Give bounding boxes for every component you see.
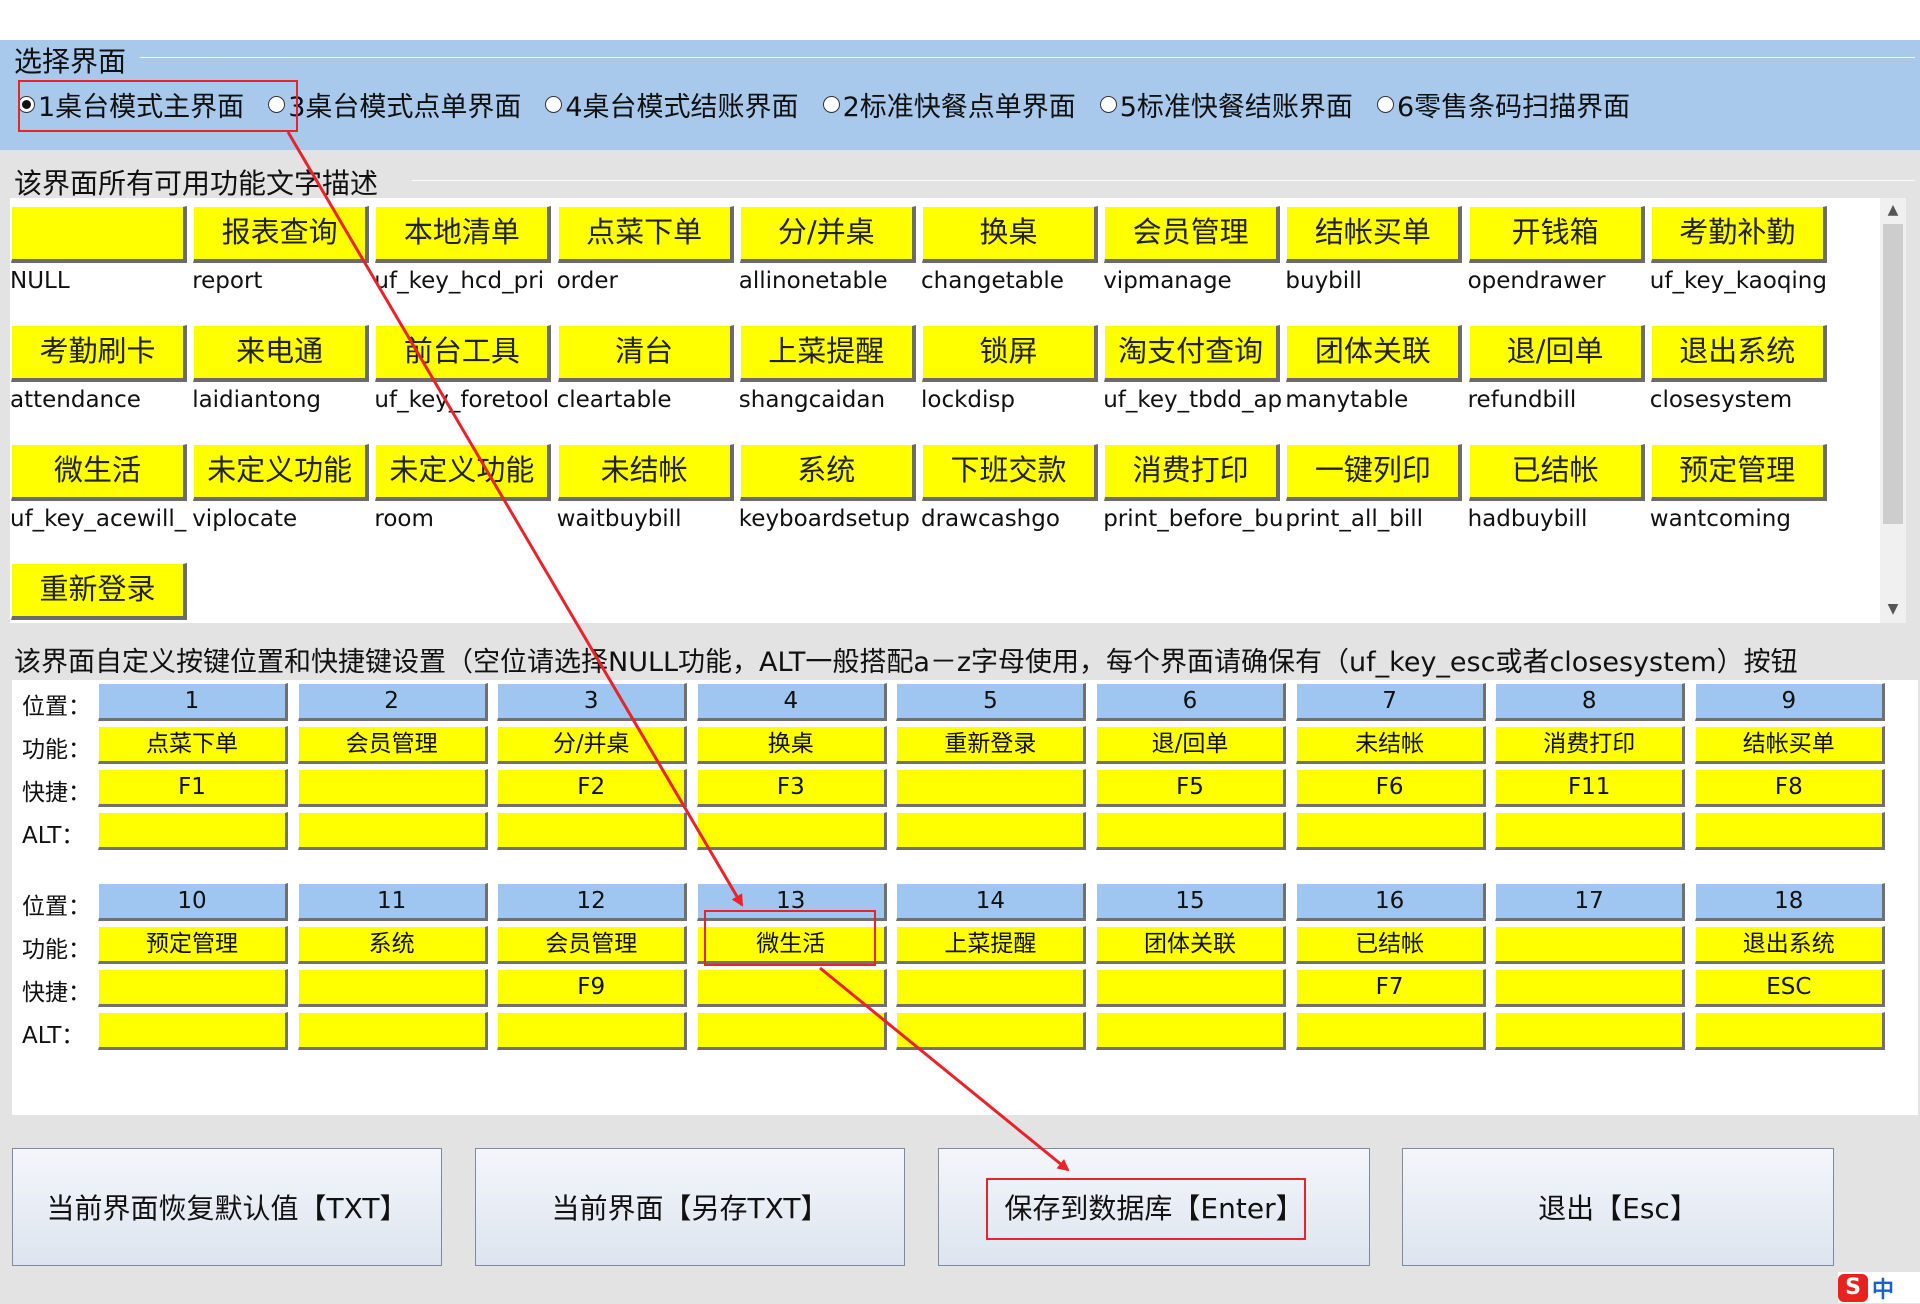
- sogou-s-icon: S: [1838, 1273, 1868, 1302]
- ime-mode-label: 中: [1872, 1277, 1895, 1303]
- annotation-arrows: [286, 131, 1070, 1172]
- ime-indicator[interactable]: S 中: [1838, 1272, 1920, 1303]
- annotation-arrow-1: [286, 131, 744, 907]
- annotation-arrow-2: [819, 966, 1070, 1172]
